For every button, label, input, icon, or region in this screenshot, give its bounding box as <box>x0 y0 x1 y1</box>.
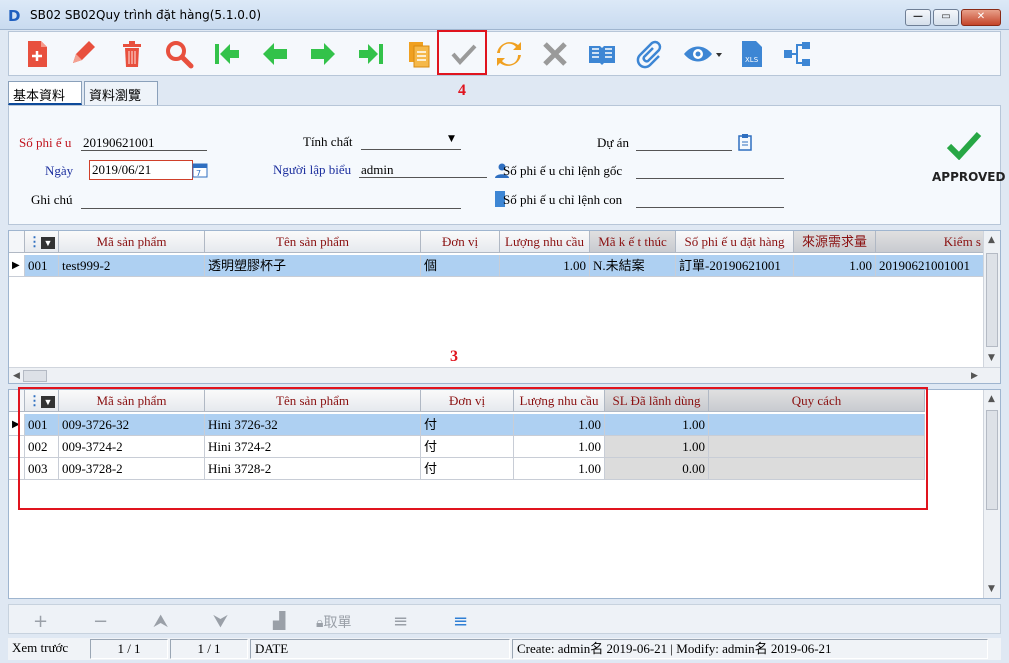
cell-kiem-s: 20190621001001 <box>876 255 986 277</box>
ngay-date-field[interactable]: 2019/06/21 <box>89 160 193 180</box>
minimize-button[interactable]: — <box>905 9 931 26</box>
approved-status-label: APPROVED <box>932 170 1006 184</box>
cancel-x-icon[interactable] <box>537 37 573 71</box>
col-ma-ket-thuc[interactable]: Mã k ế t thúc <box>590 231 676 253</box>
delete-trash-icon[interactable] <box>114 37 150 71</box>
cell-ma-san-pham: test999-2 <box>59 255 205 277</box>
order-grid: ⋮ ▼ Mã sản phẩm Tên sản phẩm Đơn vị Lượng… <box>8 230 1001 384</box>
so-phieu-goc-label: Số phi ế u chỉ lệnh gốc <box>503 163 623 178</box>
calendar-icon[interactable]: 7 <box>192 161 208 182</box>
page-indicator-1: 1 / 1 <box>90 639 168 659</box>
row-indicator-header <box>9 231 25 253</box>
page-indicator-2: 1 / 1 <box>170 639 248 659</box>
preview-label[interactable]: Xem trước <box>8 639 86 659</box>
close-button[interactable]: ✕ <box>961 9 1001 26</box>
tinh-chat-label: Tính chất <box>303 134 353 149</box>
table-row[interactable]: ▶ 001 test999-2 透明塑膠杯子 個 1.00 N.未結案 訂單-2… <box>9 255 986 277</box>
window-title: SB02 SB02Quy trình đặt hàng(5.1.0.0) <box>30 8 262 22</box>
blocks-icon[interactable]: ▟ <box>273 611 285 630</box>
ngay-label: Ngày <box>45 163 74 178</box>
cell-luong-nhu-cau: 1.00 <box>500 255 590 277</box>
so-phieu-con-label: Số phi ế u chỉ lệnh con <box>503 192 623 207</box>
so-phieu-label: Số phi ế u <box>19 135 72 150</box>
header-form: Số phi ế u 20190621001 Ngày 2019/06/21 7… <box>8 105 1006 225</box>
cell-ten-san-pham: 透明塑膠杯子 <box>205 255 421 277</box>
select-all-header[interactable]: ⋮ ▼ <box>25 231 59 253</box>
copy-document-icon[interactable] <box>401 37 437 71</box>
cell-source-qty: 1.00 <box>794 255 876 277</box>
remove-row-button[interactable]: − <box>93 611 108 632</box>
move-down-button[interactable]: ⮟ <box>213 611 228 632</box>
lock-take-button[interactable]: 🔒︎取單 <box>316 612 351 632</box>
ghi-chu-field[interactable] <box>81 192 461 209</box>
chevron-down-icon[interactable]: ▼ <box>448 134 455 144</box>
app-logo-icon: D <box>8 7 21 25</box>
refresh-cycle-icon[interactable] <box>491 37 527 71</box>
nguoi-lap-label: Người lập biểu <box>273 162 352 177</box>
new-file-icon[interactable] <box>19 37 55 71</box>
tinh-chat-select[interactable] <box>361 133 461 150</box>
menu-lines-active-icon[interactable]: ≡ <box>453 611 468 632</box>
col-luong-nhu-cau[interactable]: Lượng nhu cầu <box>500 231 590 253</box>
export-xls-icon[interactable]: XLS <box>734 37 770 71</box>
edit-pencil-icon[interactable] <box>64 37 100 71</box>
ghi-chu-label: Ghi chú <box>31 192 73 207</box>
search-magnifier-icon[interactable] <box>161 37 197 71</box>
cell-stt: 001 <box>25 255 59 277</box>
col-don-vi[interactable]: Đơn vị <box>421 231 500 253</box>
view-eye-icon[interactable] <box>677 37 727 71</box>
add-row-button[interactable]: + <box>33 611 48 632</box>
last-record-icon[interactable] <box>353 37 389 71</box>
date-label: DATE <box>250 639 510 659</box>
svg-text:7: 7 <box>196 169 201 178</box>
current-row-arrow-icon: ▶ <box>9 255 25 277</box>
col-ma-san-pham[interactable]: Mã sản phẩm <box>59 231 205 253</box>
cell-so-phieu-dat-hang: 訂單-20190621001 <box>676 255 794 277</box>
col-source-qty[interactable]: 來源需求量 <box>794 231 876 253</box>
annotation-3: 3 <box>450 348 458 365</box>
annotation-4: 4 <box>458 82 466 99</box>
lock-take-label: 取單 <box>323 615 352 631</box>
create-modify-info: Create: admin名 2019-06-21 | Modify: admi… <box>512 639 988 659</box>
du-an-field[interactable] <box>636 134 732 151</box>
du-an-label: Dự án <box>597 135 629 150</box>
nguoi-lap-field[interactable]: admin <box>359 161 487 178</box>
toolbar: XLS <box>8 31 1001 76</box>
highlight-approve-box <box>437 30 487 75</box>
previous-record-icon[interactable] <box>257 37 293 71</box>
cell-ma-ket-thuc: N.未結案 <box>590 255 676 277</box>
so-phieu-con-field[interactable] <box>636 191 784 208</box>
menu-lines-icon[interactable]: ≡ <box>393 611 408 632</box>
book-icon[interactable] <box>584 37 620 71</box>
tab-basic-info[interactable]: 基本資料 <box>8 81 82 105</box>
col-kiem-s[interactable]: Kiểm s <box>876 231 986 253</box>
col-so-phieu-dat-hang[interactable]: Số phi ế u đặt hàng <box>676 231 794 253</box>
clipboard-icon[interactable] <box>737 133 753 155</box>
move-up-button[interactable]: ⮝ <box>153 611 168 632</box>
highlight-material-box <box>18 387 928 510</box>
upper-vertical-scrollbar[interactable]: ▲ ▼ <box>983 231 1000 367</box>
first-record-icon[interactable] <box>209 37 245 71</box>
tab-data-browse[interactable]: 資料瀏覽 <box>84 81 158 105</box>
lower-vertical-scrollbar[interactable]: ▲ ▼ <box>983 390 1000 598</box>
flow-tree-icon[interactable] <box>779 37 815 71</box>
grid-nav-bar: + − ⮝ ⮟ ▟ 🔒︎取單 ≡ ≡ <box>8 604 1001 634</box>
so-phieu-goc-field[interactable] <box>636 162 784 179</box>
attachment-clip-icon[interactable] <box>631 37 667 71</box>
so-phieu-field[interactable]: 20190621001 <box>81 134 207 151</box>
upper-horizontal-scrollbar[interactable]: ◀ ▶ <box>9 367 1000 383</box>
maximize-button[interactable]: ▭ <box>933 9 959 26</box>
approved-check-icon <box>946 130 982 164</box>
svg-text:XLS: XLS <box>745 56 759 64</box>
title-bar: D SB02 SB02Quy trình đặt hàng(5.1.0.0) —… <box>0 0 1009 30</box>
col-ten-san-pham[interactable]: Tên sản phẩm <box>205 231 421 253</box>
cell-don-vi: 個 <box>421 255 500 277</box>
next-record-icon[interactable] <box>305 37 341 71</box>
status-bar: Xem trước 1 / 1 1 / 1 DATE Create: admin… <box>8 638 1001 660</box>
